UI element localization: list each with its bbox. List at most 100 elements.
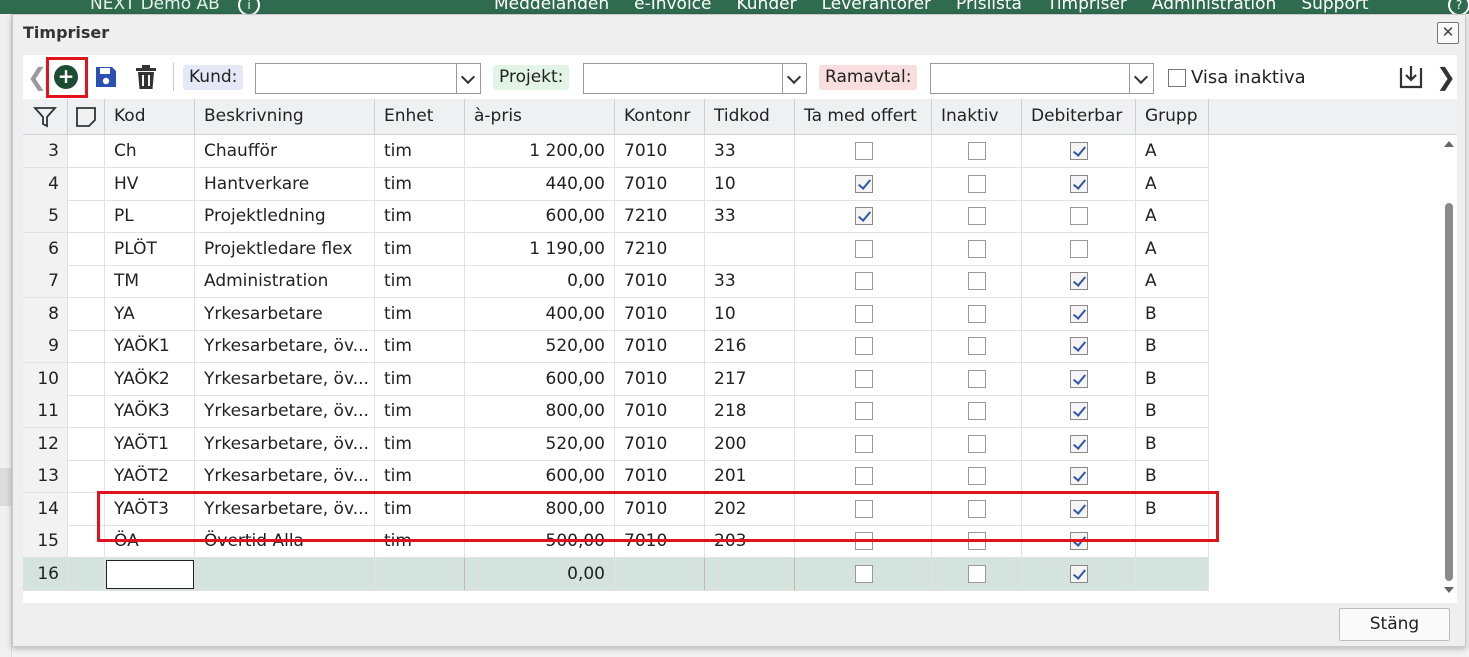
inaktiv-box[interactable] xyxy=(968,500,986,518)
scroll-up-icon[interactable] xyxy=(1444,141,1454,147)
cell-grupp[interactable]: B xyxy=(1136,428,1209,460)
cell-grupp[interactable]: B xyxy=(1136,460,1209,492)
debiterbar-box[interactable] xyxy=(1070,207,1088,225)
ta-med-offert-box[interactable] xyxy=(855,142,873,160)
debiterbar-box[interactable] xyxy=(1070,337,1088,355)
column-header-enhet[interactable]: Enhet xyxy=(375,99,465,135)
cell-tidkod[interactable]: 216 xyxy=(705,330,795,362)
cell-kod[interactable]: YAÖT3 xyxy=(105,493,195,525)
cell-beskrivning[interactable]: Övertid Alla xyxy=(195,525,375,557)
inaktiv-box[interactable] xyxy=(968,175,986,193)
ta-med-offert-box[interactable] xyxy=(855,305,873,323)
column-header-inaktiv[interactable]: Inaktiv xyxy=(932,99,1022,135)
cell-kontonr[interactable]: 7010 xyxy=(615,298,705,330)
cell-grupp[interactable]: A xyxy=(1136,233,1209,265)
cell-enhet[interactable]: tim xyxy=(375,363,465,395)
cell-grupp[interactable] xyxy=(1136,525,1209,557)
cell-kontonr[interactable]: 7010 xyxy=(615,168,705,200)
debiterbar-box[interactable] xyxy=(1070,305,1088,323)
cell-pris[interactable]: 500,00 xyxy=(465,525,615,557)
cell-kontonr[interactable]: 7010 xyxy=(615,428,705,460)
ta-med-offert-checkbox[interactable] xyxy=(795,493,932,525)
inaktiv-box[interactable] xyxy=(968,370,986,388)
debiterbar-box[interactable] xyxy=(1070,467,1088,485)
cell-grupp[interactable]: A xyxy=(1136,168,1209,200)
ta-med-offert-box[interactable] xyxy=(855,402,873,420)
cell-grupp[interactable]: B xyxy=(1136,493,1209,525)
debiterbar-box[interactable] xyxy=(1070,435,1088,453)
cell-pris[interactable]: 0,00 xyxy=(465,265,615,297)
column-header-grupp[interactable]: Grupp xyxy=(1136,99,1209,135)
table-row[interactable]: 9 YAÖK1 Yrkesarbetare, öv... tim 520,00 7010 2… xyxy=(23,330,1209,363)
inaktiv-checkbox[interactable] xyxy=(932,363,1022,395)
menu-timpriser[interactable]: Timpriser xyxy=(1047,0,1127,14)
ta-med-offert-checkbox[interactable] xyxy=(795,363,932,395)
table-row[interactable]: 8 YA Yrkesarbetare tim 400,00 7010 10 B xyxy=(23,298,1209,331)
info-icon[interactable]: i xyxy=(238,0,260,14)
ta-med-offert-checkbox[interactable] xyxy=(795,395,932,427)
cell-pris[interactable]: 440,00 xyxy=(465,168,615,200)
ta-med-offert-checkbox[interactable] xyxy=(795,558,932,590)
inaktiv-checkbox[interactable] xyxy=(932,233,1022,265)
cell-tidkod[interactable]: 217 xyxy=(705,363,795,395)
ta-med-offert-box[interactable] xyxy=(855,175,873,193)
cell-grupp[interactable]: B xyxy=(1136,363,1209,395)
inaktiv-box[interactable] xyxy=(968,305,986,323)
cell-grupp[interactable]: A xyxy=(1136,200,1209,232)
menu-meddelanden[interactable]: Meddelanden xyxy=(494,0,609,14)
column-header-kod[interactable]: Kod xyxy=(105,99,195,135)
table-row[interactable]: 14 YAÖT3 Yrkesarbetare, öv... tim 800,00 7010… xyxy=(23,493,1209,526)
cell-pris[interactable]: 600,00 xyxy=(465,460,615,492)
table-row[interactable]: 11 YAÖK3 Yrkesarbetare, öv... tim 800,00 7010… xyxy=(23,395,1209,428)
debiterbar-box[interactable] xyxy=(1070,272,1088,290)
cell-enhet[interactable]: tim xyxy=(375,395,465,427)
cell-kod[interactable]: YAÖT2 xyxy=(105,460,195,492)
column-header-tidkod[interactable]: Tidkod xyxy=(705,99,795,135)
debiterbar-checkbox[interactable] xyxy=(1022,395,1136,427)
debiterbar-box[interactable] xyxy=(1070,565,1088,583)
cell-tidkod[interactable]: 33 xyxy=(705,135,795,167)
inaktiv-box[interactable] xyxy=(968,402,986,420)
inaktiv-box[interactable] xyxy=(968,467,986,485)
cell-kod[interactable]: Ch xyxy=(105,135,195,167)
cell-enhet[interactable]: tim xyxy=(375,330,465,362)
table-row[interactable]: 4 HV Hantverkare tim 440,00 7010 10 A xyxy=(23,168,1209,201)
column-header-beskrivning[interactable]: Beskrivning xyxy=(195,99,375,135)
inaktiv-checkbox[interactable] xyxy=(932,558,1022,590)
cell-kod[interactable]: YA xyxy=(105,298,195,330)
debiterbar-checkbox[interactable] xyxy=(1022,363,1136,395)
cell-beskrivning[interactable]: Administration xyxy=(195,265,375,297)
help-icon[interactable]: ? xyxy=(1448,0,1469,14)
ta-med-offert-box[interactable] xyxy=(855,500,873,518)
cell-tidkod[interactable] xyxy=(705,233,795,265)
ta-med-offert-checkbox[interactable] xyxy=(795,428,932,460)
projekt-select[interactable] xyxy=(583,63,807,94)
cell-kontonr[interactable] xyxy=(615,558,705,590)
note-icon[interactable] xyxy=(68,99,105,135)
cell-tidkod[interactable]: 10 xyxy=(705,168,795,200)
cell-pris[interactable]: 600,00 xyxy=(465,363,615,395)
debiterbar-checkbox[interactable] xyxy=(1022,460,1136,492)
debiterbar-checkbox[interactable] xyxy=(1022,233,1136,265)
cell-beskrivning[interactable]: Hantverkare xyxy=(195,168,375,200)
visa-inaktiva-checkbox[interactable] xyxy=(1168,69,1186,87)
ta-med-offert-checkbox[interactable] xyxy=(795,233,932,265)
menu-administration[interactable]: Administration xyxy=(1152,0,1276,14)
cell-tidkod[interactable] xyxy=(705,558,795,590)
menu-einvoice[interactable]: e-Invoice xyxy=(634,0,711,14)
inaktiv-box[interactable] xyxy=(968,532,986,550)
cell-tidkod[interactable]: 33 xyxy=(705,200,795,232)
cell-pris[interactable]: 520,00 xyxy=(465,428,615,460)
table-row[interactable]: 10 YAÖK2 Yrkesarbetare, öv... tim 600,00 7010… xyxy=(23,363,1209,396)
debiterbar-box[interactable] xyxy=(1070,240,1088,258)
cell-enhet[interactable]: tim xyxy=(375,298,465,330)
cell-beskrivning[interactable]: Projektledning xyxy=(195,200,375,232)
cell-kod[interactable]: YAÖK2 xyxy=(105,363,195,395)
cell-kontonr[interactable]: 7010 xyxy=(615,135,705,167)
cell-pris[interactable]: 600,00 xyxy=(465,200,615,232)
chevron-right-icon[interactable]: ❯ xyxy=(1436,63,1456,91)
inaktiv-checkbox[interactable] xyxy=(932,395,1022,427)
chevron-left-icon[interactable]: ❮ xyxy=(27,63,47,91)
filter-icon[interactable] xyxy=(23,99,68,135)
save-icon[interactable] xyxy=(94,65,118,89)
